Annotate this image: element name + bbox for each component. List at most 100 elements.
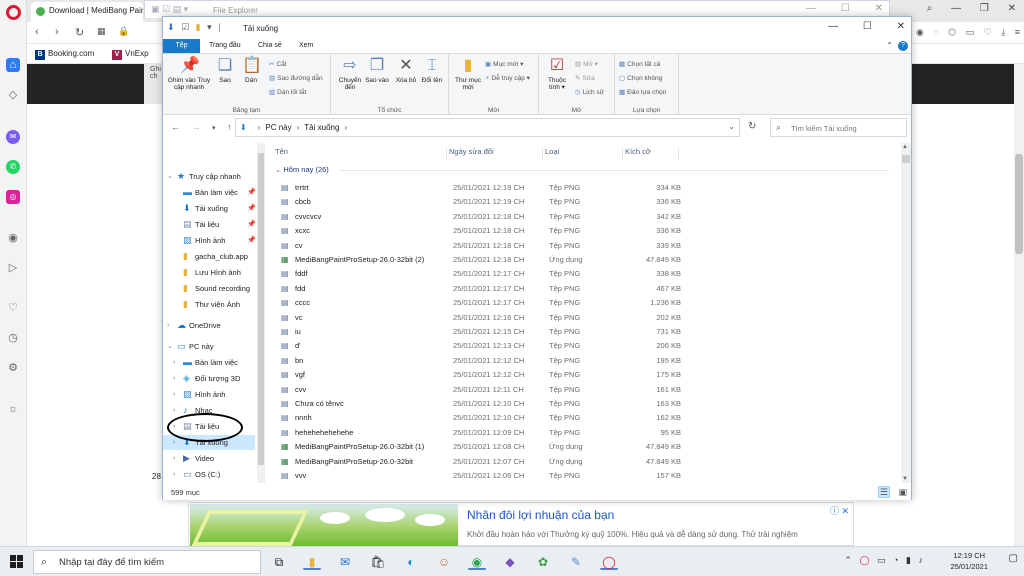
chevron-right-icon[interactable]: › bbox=[173, 371, 175, 386]
app-green-icon[interactable]: ✿ bbox=[534, 554, 552, 570]
nav-item[interactable]: ▮ Sound recording bbox=[163, 281, 255, 296]
nav-item[interactable]: › ▬ Bàn làm việc bbox=[163, 355, 255, 370]
file-list-scroll-thumb[interactable] bbox=[902, 155, 910, 163]
address-dropdown-icon[interactable]: ⌄ bbox=[728, 122, 735, 131]
file-row[interactable]: ▤ vc 25/01/2021 12:16 CH Tệp PNG 202 KB bbox=[281, 311, 891, 325]
tab-share[interactable]: Chia sẻ bbox=[258, 39, 282, 53]
bookmark-booking[interactable]: B Booking.com bbox=[35, 49, 94, 60]
chevron-down-icon[interactable]: ⌄ bbox=[167, 169, 173, 184]
close-icon[interactable]: ✕ bbox=[897, 21, 905, 32]
nav-item[interactable]: ▬ Bàn làm việc 📌 bbox=[163, 185, 256, 200]
game-icon[interactable]: ◆ bbox=[501, 554, 519, 570]
search-box[interactable]: ⌕ Tìm kiếm Tải xuống bbox=[770, 118, 907, 137]
nav-item[interactable]: ▮ Lưu Hình ảnh bbox=[163, 265, 255, 280]
maximize-icon[interactable]: ☐ bbox=[841, 3, 850, 14]
history-icon[interactable]: ◷ bbox=[6, 331, 20, 345]
clock[interactable]: 12:19 CH 25/01/2021 bbox=[950, 550, 988, 572]
file-explorer-icon[interactable]: ▮ bbox=[303, 554, 321, 570]
tab-view[interactable]: Xem bbox=[299, 39, 313, 53]
page-scrollbar[interactable] bbox=[1014, 64, 1024, 546]
chevron-right-icon[interactable]: › bbox=[173, 435, 175, 450]
nav-item[interactable]: ▮ Thư viện Ảnh bbox=[163, 297, 255, 312]
close-icon[interactable]: ✕ bbox=[875, 3, 883, 14]
column-size[interactable]: Kích cỡ bbox=[625, 147, 679, 159]
windows-start-icon[interactable] bbox=[10, 555, 24, 569]
file-row[interactable]: ▤ cvv 25/01/2021 12:11 CH Tệp PNG 161 KB bbox=[281, 383, 891, 397]
copy-button[interactable]: ❏ Sao bbox=[215, 57, 235, 84]
column-name[interactable]: Tên bbox=[275, 147, 447, 159]
task-view-icon[interactable]: ⧉ bbox=[270, 554, 288, 570]
reload-icon[interactable]: ↻ bbox=[75, 26, 84, 39]
send-icon[interactable]: ▷ bbox=[6, 261, 20, 275]
file-row[interactable]: ▤ trrtrt 25/01/2021 12:19 CH Tệp PNG 334 KB bbox=[281, 181, 891, 195]
file-row[interactable]: ▤ nnnh 25/01/2021 12:10 CH Tệp PNG 162 KB bbox=[281, 411, 891, 425]
whatsapp-icon[interactable]: ✆ bbox=[6, 160, 20, 174]
notification-icon[interactable]: ▢ bbox=[1009, 553, 1018, 564]
nav-item[interactable]: › ☁ OneDrive bbox=[163, 318, 255, 333]
extension-icon[interactable]: ⬡ bbox=[948, 27, 956, 37]
file-row[interactable]: ▤ bn 25/01/2021 12:12 CH Tệp PNG 195 KB bbox=[281, 354, 891, 368]
camera-icon[interactable]: ◉ bbox=[916, 27, 924, 37]
menu-icon[interactable]: ≡ bbox=[1015, 27, 1020, 37]
edge-icon[interactable]: ◐ bbox=[402, 554, 420, 570]
opera-logo-icon[interactable] bbox=[6, 5, 21, 20]
network-icon[interactable]: ▭ bbox=[877, 555, 886, 565]
app-icon[interactable]: ☺ bbox=[435, 554, 453, 570]
battery-icon[interactable]: ▮ bbox=[906, 555, 911, 565]
file-row[interactable]: ▤ cbcb 25/01/2021 12:19 CH Tệp PNG 336 KB bbox=[281, 195, 891, 209]
shield-icon[interactable]: ◌ bbox=[933, 27, 938, 37]
volume-icon[interactable]: ♪ bbox=[919, 555, 924, 565]
file-row[interactable]: ▤ cvvcvcv 25/01/2021 12:18 CH Tệp PNG 342 KB bbox=[281, 210, 891, 224]
paste-button[interactable]: 📋 Dán bbox=[241, 57, 262, 84]
collapse-ribbon-icon[interactable]: ⌃ bbox=[886, 41, 893, 50]
nav-scrollbar[interactable] bbox=[257, 143, 265, 483]
select-all-button[interactable]: ▦ Chọn tất cả bbox=[619, 60, 660, 68]
chevron-right-icon[interactable]: › bbox=[173, 403, 175, 418]
restore-icon[interactable]: ❐ bbox=[980, 3, 989, 14]
file-row[interactable]: ▤ d' 25/01/2021 12:13 CH Tệp PNG 206 KB bbox=[281, 339, 891, 353]
nav-item[interactable]: ⌄ ★ Truy cập nhanh bbox=[163, 169, 255, 184]
paint-icon[interactable]: ✎ bbox=[567, 554, 585, 570]
bulb-icon[interactable]: ☼ bbox=[6, 402, 20, 416]
ad-banner[interactable]: Nhân đôi lợi nhuận của bạn Khởi đầu hoàn… bbox=[188, 502, 854, 546]
history-button[interactable]: ◷ Lịch sử bbox=[575, 88, 604, 96]
breadcrumb-separator[interactable]: › bbox=[258, 123, 261, 132]
column-type[interactable]: Loại bbox=[545, 147, 623, 159]
search-icon[interactable]: ⌕ bbox=[927, 3, 933, 14]
tab-home[interactable]: Trang đầu bbox=[209, 39, 241, 53]
file-row[interactable]: ▤ hehehehehehehe 25/01/2021 12:09 CH Tệp PN… bbox=[281, 426, 891, 440]
file-row[interactable]: ▤ vvv 25/01/2021 12:06 CH Tệp PNG 157 KB bbox=[281, 469, 891, 483]
nav-item[interactable]: › ▨ Hình ảnh bbox=[163, 387, 255, 402]
maximize-icon[interactable]: ☐ bbox=[863, 21, 872, 32]
player-icon[interactable]: ◉ bbox=[6, 231, 20, 245]
invert-selection-button[interactable]: ▩ Đảo lựa chọn bbox=[619, 88, 666, 96]
group-header-today[interactable]: ⌄ Hôm nay (26) bbox=[275, 165, 329, 174]
up-icon[interactable]: ↑ bbox=[227, 122, 232, 132]
refresh-icon[interactable]: ↻ bbox=[748, 121, 756, 132]
minimize-icon[interactable]: — bbox=[951, 3, 961, 14]
file-row[interactable]: ▤ vgf 25/01/2021 12:12 CH Tệp PNG 175 KB bbox=[281, 368, 891, 382]
opera-icon[interactable]: ◯ bbox=[600, 554, 618, 570]
chevron-down-icon[interactable]: ⌄ bbox=[167, 339, 173, 354]
breadcrumb-separator[interactable]: › bbox=[344, 123, 347, 132]
title-bar[interactable]: ⬇ ☑ ▮ ▾ | Tải xuống — ☐ ✕ bbox=[163, 17, 911, 39]
diamond-icon[interactable]: ◇ bbox=[6, 88, 20, 102]
breadcrumb-downloads[interactable]: Tải xuống bbox=[304, 123, 339, 132]
nav-item[interactable]: ▮ gacha_club.app bbox=[163, 249, 255, 264]
folder-icon[interactable]: ▮ bbox=[196, 22, 201, 32]
nav-item[interactable]: ▤ Tài liệu 📌 bbox=[163, 217, 256, 232]
recent-dropdown-icon[interactable]: ▾ bbox=[212, 125, 216, 132]
nav-scroll-thumb[interactable] bbox=[258, 153, 264, 465]
ad-title[interactable]: Nhân đôi lợi nhuận của bạn bbox=[467, 508, 614, 522]
new-item-button[interactable]: ▣ Mục mới ▾ bbox=[485, 60, 523, 68]
pin-quick-access-button[interactable]: 📌 Ghim vào Truy cập nhanh bbox=[166, 57, 212, 91]
chevron-right-icon[interactable]: › bbox=[167, 318, 169, 333]
close-icon[interactable]: ✕ bbox=[1008, 3, 1016, 14]
download-icon[interactable]: ⤓ bbox=[1001, 27, 1005, 37]
ad-close-icon[interactable]: ⓘ ✕ bbox=[830, 504, 849, 517]
file-row[interactable]: ▤ fdd 25/01/2021 12:17 CH Tệp PNG 467 KB bbox=[281, 282, 891, 296]
wallet-icon[interactable]: ▭ bbox=[966, 27, 975, 37]
tray-opera-icon[interactable]: ◯ bbox=[859, 555, 869, 565]
home-icon[interactable]: ⌂ bbox=[6, 58, 20, 72]
nav-item[interactable]: ⬇ Tải xuống 📌 bbox=[163, 201, 256, 216]
